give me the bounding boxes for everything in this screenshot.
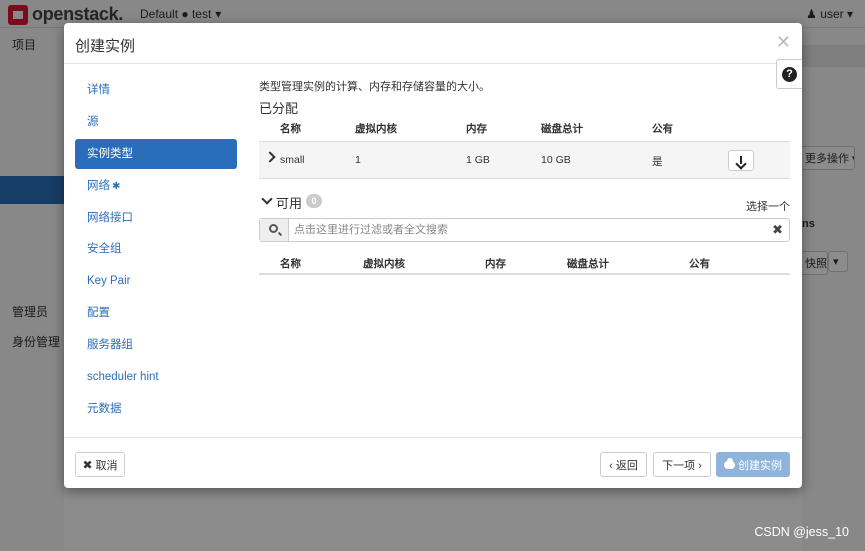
launch-instance-modal: 创建实例 ✕ ? 详情 源 实例类型 网络 ✱ 网络接口 安全组 Key Pair… [64, 23, 802, 488]
wizard-step-flavor[interactable]: 实例类型 [75, 138, 237, 169]
column-header-ram[interactable]: 内存 [485, 256, 506, 271]
allocated-title: 已分配 [259, 101, 299, 116]
column-header-disk[interactable]: 磁盘总计 [567, 256, 609, 271]
search-input[interactable] [294, 222, 764, 238]
column-header-name[interactable]: 名称 [280, 256, 301, 271]
flavor-vcpus: 1 [355, 154, 361, 166]
flavor-public: 是 [652, 156, 663, 168]
back-button[interactable]: ‹ 返回 [600, 452, 647, 477]
table-row: small 1 1 GB 10 GB 是 [259, 141, 790, 179]
question-icon: ? [782, 66, 797, 82]
flavor-disk: 10 GB [541, 154, 571, 166]
watermark: CSDN @jess_10 [754, 525, 849, 539]
column-header-public[interactable]: 公有 [689, 256, 710, 271]
step-description: 类型管理实例的计算、内存和存储容量的大小。 [259, 81, 490, 93]
wizard-step-details[interactable]: 详情 [75, 75, 237, 105]
wizard-step-server-groups[interactable]: 服务器组 [75, 330, 237, 360]
column-header-vcpus[interactable]: 虚拟内核 [363, 256, 405, 271]
help-button[interactable]: ? [776, 59, 802, 89]
clear-icon[interactable]: ✖ [772, 222, 783, 238]
search-icon [269, 224, 278, 233]
wizard-step-network-ports[interactable]: 网络接口 [75, 203, 237, 233]
column-header-name[interactable]: 名称 [280, 121, 301, 136]
available-table-header: 名称 虚拟内核 内存 磁盘总计 公有 [259, 249, 790, 275]
arrow-down-icon [736, 155, 746, 167]
wizard-step-metadata[interactable]: 元数据 [75, 394, 237, 424]
modal-header: 创建实例 ✕ [64, 23, 802, 64]
next-button[interactable]: 下一项 › [653, 452, 711, 477]
available-title: 可用 [276, 196, 303, 211]
deallocate-button[interactable] [728, 150, 754, 171]
close-icon[interactable]: ✕ [776, 32, 791, 53]
column-header-vcpus[interactable]: 虚拟内核 [355, 121, 397, 136]
wizard-step-key-pair[interactable]: Key Pair [75, 266, 237, 296]
column-header-disk[interactable]: 磁盘总计 [541, 121, 583, 136]
wizard-steps: 详情 源 实例类型 网络 ✱ 网络接口 安全组 Key Pair 配置 服务器组 … [75, 75, 237, 426]
column-header-public[interactable]: 公有 [652, 121, 673, 136]
available-count-badge: 0 [306, 194, 322, 208]
modal-footer: ✖ 取消 ‹ 返回 下一项 › 创建实例 [64, 437, 802, 488]
flavor-ram: 1 GB [466, 154, 490, 166]
create-instance-button[interactable]: 创建实例 [716, 452, 790, 477]
cloud-upload-icon [724, 457, 735, 469]
chevron-down-icon [261, 193, 273, 205]
wizard-step-configuration[interactable]: 配置 [75, 298, 237, 328]
wizard-step-security-groups[interactable]: 安全组 [75, 234, 237, 264]
search-bar: ✖ [259, 218, 790, 242]
wizard-step-scheduler-hint[interactable]: scheduler hint [75, 362, 237, 392]
choose-one-hint: 选择一个 [746, 201, 790, 213]
flavor-name: small [280, 154, 305, 166]
column-header-ram[interactable]: 内存 [466, 121, 487, 136]
chevron-right-icon[interactable] [264, 151, 276, 163]
close-icon: ✖ [82, 457, 93, 472]
cancel-button[interactable]: ✖ 取消 [75, 452, 125, 477]
modal-title: 创建实例 [75, 38, 136, 55]
search-addon [260, 219, 289, 241]
available-section-header[interactable]: 可用 0 选择一个 [259, 193, 790, 213]
wizard-step-source[interactable]: 源 [75, 107, 237, 137]
required-asterisk-icon: ✱ [112, 180, 121, 192]
wizard-step-networks[interactable]: 网络 ✱ [75, 171, 237, 201]
